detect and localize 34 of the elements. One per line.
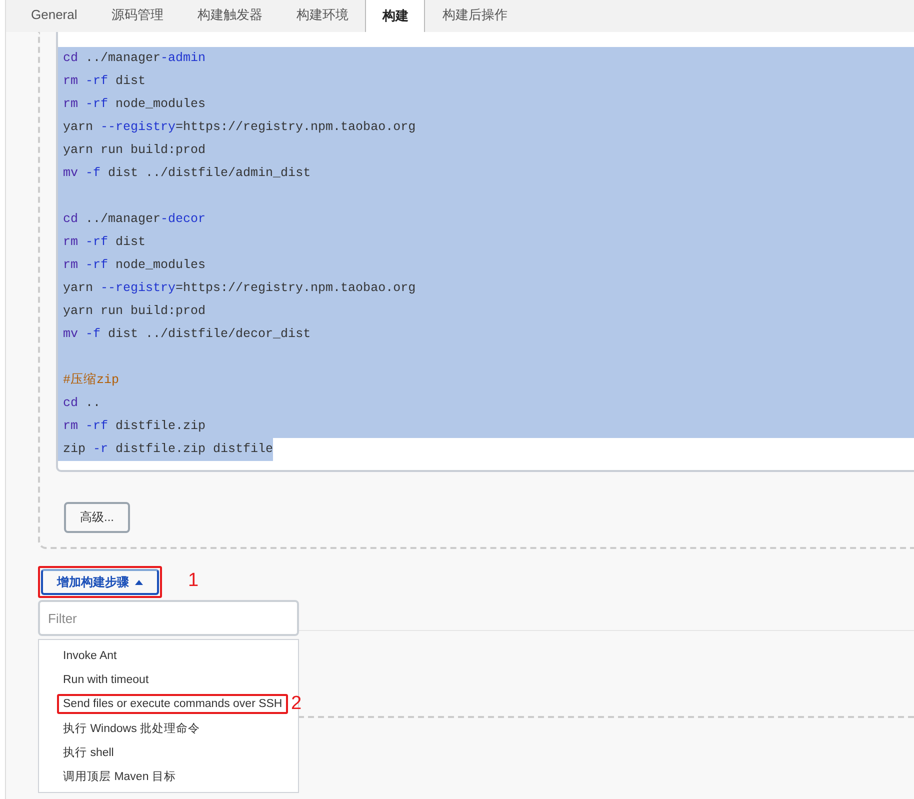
menu-item[interactable]: 执行 shell — [57, 740, 120, 764]
annotation-number: 1 — [188, 570, 199, 592]
code-line: yarn run build:prod — [62, 142, 206, 159]
tab[interactable]: 构建触发器 — [180, 0, 280, 32]
code-line: rm -rf dist — [62, 73, 146, 90]
filter-field[interactable]: Filter — [38, 600, 299, 636]
code-editor[interactable] — [56, 32, 914, 472]
menu-item[interactable]: Run with timeout — [57, 670, 155, 690]
caret-icon — [135, 580, 143, 584]
code-line: yarn --registry=https://registry.npm.taobao.org — [62, 280, 416, 297]
code-line: rm -rf dist — [62, 234, 146, 251]
advanced-button[interactable]: 高级... — [64, 502, 130, 533]
code-line: yarn run build:prod — [62, 303, 206, 320]
menu-item[interactable]: Send files or execute commands over SSH — [57, 694, 288, 714]
code-line: mv -f dist ../distfile/decor_dist — [62, 326, 311, 343]
tab[interactable]: 构建后操作 — [425, 0, 524, 32]
code-line: #压缩zip — [62, 372, 120, 389]
tab[interactable]: 构建环境 — [279, 0, 366, 32]
tab[interactable]: General — [14, 0, 94, 32]
code-line: cd ../manager-decor — [62, 211, 206, 228]
code-line: rm -rf distfile.zip — [62, 418, 206, 435]
code-line: cd .. — [62, 395, 101, 412]
code-line: rm -rf node_modules — [62, 257, 206, 274]
code-line: mv -f dist ../distfile/admin_dist — [62, 165, 311, 182]
tab[interactable]: 源码管理 — [94, 0, 180, 32]
menu-item[interactable]: 执行 Windows 批处理命令 — [57, 716, 206, 740]
add-step-button[interactable]: 增加构建步骤 — [41, 569, 159, 595]
menu-item[interactable]: Invoke Ant — [57, 646, 123, 666]
annotation-number: 2 — [291, 693, 302, 715]
code-line: rm -rf node_modules — [62, 96, 206, 113]
tab[interactable]: 构建 — [365, 0, 426, 32]
code-line: yarn --registry=https://registry.npm.taobao.org — [62, 119, 416, 136]
menu-item[interactable]: 调用顶层 Maven 目标 — [57, 764, 182, 788]
code-line: cd ../manager-admin — [62, 50, 206, 67]
